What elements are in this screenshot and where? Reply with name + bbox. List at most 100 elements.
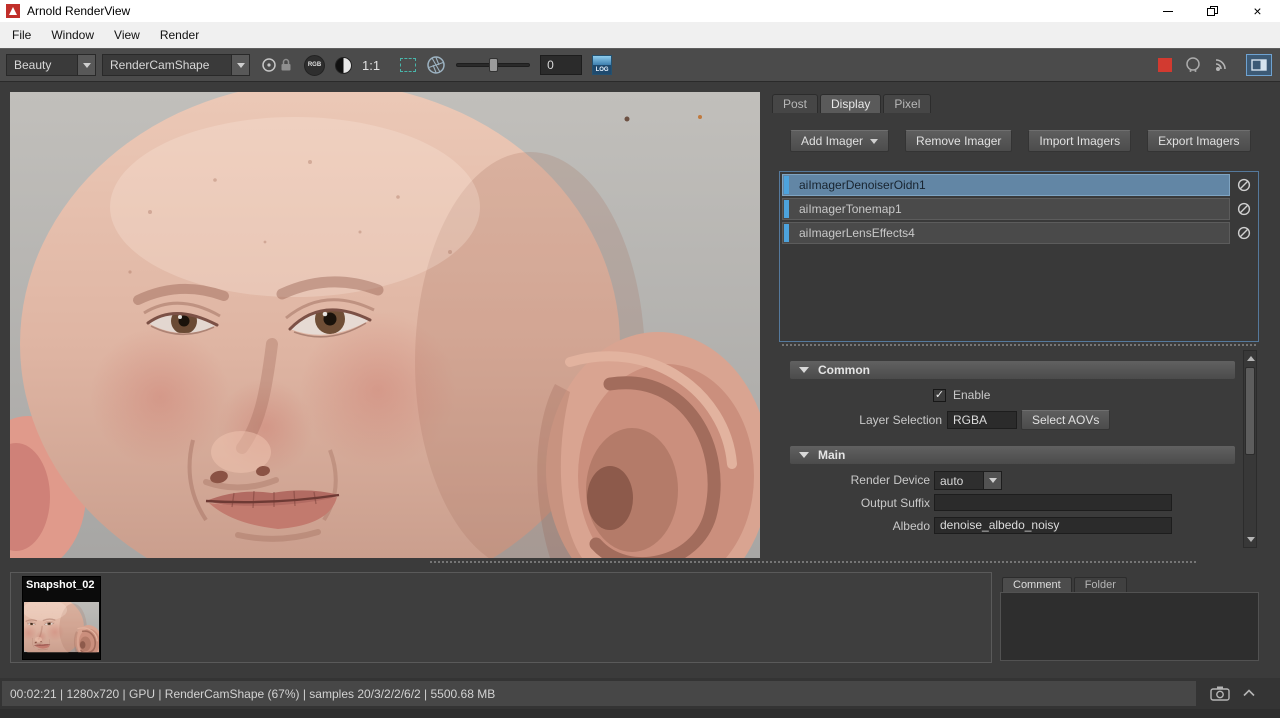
disable-circle-icon <box>1237 226 1251 240</box>
imager-row-main[interactable]: aiImagerTonemap1 <box>782 198 1230 220</box>
layer-selection-field[interactable]: RGBA <box>947 411 1017 429</box>
log-view-transform-icon[interactable]: LOG <box>592 55 612 75</box>
checkmark-icon: ✓ <box>935 390 944 401</box>
render-device-select[interactable]: auto <box>934 471 1002 490</box>
rgb-channels-button[interactable]: RGB <box>304 55 325 76</box>
import-imagers-button[interactable]: Import Imagers <box>1028 130 1131 152</box>
exposure-field[interactable]: 0 <box>540 55 582 75</box>
camera-select-value: RenderCamShape <box>103 55 231 75</box>
albedo-field[interactable]: denoise_albedo_noisy <box>934 517 1172 534</box>
target-display-icon[interactable] <box>260 56 278 74</box>
menu-window[interactable]: Window <box>41 22 104 48</box>
menu-file[interactable]: File <box>2 22 41 48</box>
chevron-down-icon <box>83 63 91 68</box>
toolbar: Beauty RenderCamShape RGB 1:1 0 LOG <box>0 48 1280 82</box>
tab-post[interactable]: Post <box>772 94 818 113</box>
scroll-down-icon[interactable] <box>1247 537 1255 542</box>
render-viewport[interactable] <box>10 92 760 558</box>
accent-bar <box>784 200 789 218</box>
broadcast-icon[interactable] <box>1214 56 1234 74</box>
imager-name: aiImagerLensEffects4 <box>799 226 915 240</box>
section-title: Main <box>818 448 845 462</box>
section-header-common[interactable]: Common <box>790 361 1235 379</box>
snapshot-thumbnail[interactable]: Snapshot_02 <box>22 576 101 660</box>
region-marquee-icon[interactable] <box>400 58 416 72</box>
enable-checkbox[interactable]: ✓ <box>933 389 946 402</box>
chevron-down-icon <box>237 63 245 68</box>
lock-icon[interactable] <box>278 57 294 73</box>
imager-disable-toggle[interactable] <box>1232 174 1256 196</box>
remove-imager-button[interactable]: Remove Imager <box>905 130 1012 152</box>
imager-actions: Add Imager Remove Imager Import Imagers … <box>790 130 1251 152</box>
aov-select-arrow[interactable] <box>77 55 95 75</box>
aperture-icon[interactable] <box>426 55 446 75</box>
chevron-down-icon <box>870 139 878 144</box>
render-device-label: Render Device <box>790 471 930 489</box>
panel-layout-icon <box>1251 59 1267 71</box>
imager-name: aiImagerTonemap1 <box>799 202 902 216</box>
aov-select[interactable]: Beauty <box>6 54 96 76</box>
collapse-arrow-icon <box>799 367 809 373</box>
menu-view[interactable]: View <box>104 22 150 48</box>
select-aovs-button[interactable]: Select AOVs <box>1021 410 1110 430</box>
disable-circle-icon <box>1237 178 1251 192</box>
tab-folder[interactable]: Folder <box>1074 577 1127 592</box>
snapshots-strip: Snapshot_02 <box>10 572 992 663</box>
log-label: LOG <box>593 65 611 74</box>
imager-disable-toggle[interactable] <box>1232 198 1256 220</box>
export-imagers-button[interactable]: Export Imagers <box>1147 130 1250 152</box>
section-header-main[interactable]: Main <box>790 446 1235 464</box>
render-stop-button[interactable] <box>1158 58 1172 72</box>
comment-textarea[interactable] <box>1000 592 1259 661</box>
statusbar-collapse-button[interactable] <box>1242 686 1256 700</box>
camera-icon <box>1210 686 1230 701</box>
menu-bar: File Window View Render <box>0 22 1280 48</box>
slider-thumb[interactable] <box>489 58 498 72</box>
title-bar: Arnold RenderView × <box>0 0 1280 22</box>
snapshot-circle-icon[interactable] <box>1184 56 1202 74</box>
list-splitter[interactable] <box>782 344 1256 346</box>
panel-tab-bar: Post Display Pixel <box>772 94 933 113</box>
close-icon: × <box>1253 4 1261 18</box>
arnold-logo-icon <box>6 4 20 18</box>
scroll-up-icon[interactable] <box>1247 356 1255 361</box>
render-device-arrow[interactable] <box>983 472 1001 489</box>
imager-row-main[interactable]: aiImagerDenoiserOidn1 <box>782 174 1230 196</box>
horizontal-splitter[interactable] <box>430 561 1196 563</box>
imager-disable-toggle[interactable] <box>1232 222 1256 244</box>
output-suffix-field[interactable] <box>934 494 1172 511</box>
scrollbar-thumb[interactable] <box>1245 367 1255 455</box>
imager-row[interactable]: aiImagerTonemap1 <box>782 198 1256 220</box>
output-suffix-label: Output Suffix <box>790 494 930 512</box>
chevron-up-icon <box>1243 689 1255 697</box>
menu-render[interactable]: Render <box>150 22 209 48</box>
render-device-value: auto <box>935 472 983 489</box>
snapshot-label: Snapshot_02 <box>23 577 100 591</box>
tab-display[interactable]: Display <box>820 94 881 113</box>
add-imager-button[interactable]: Add Imager <box>790 130 889 152</box>
accent-bar <box>784 176 789 194</box>
properties-scrollbar[interactable] <box>1243 350 1257 548</box>
disable-circle-icon <box>1237 202 1251 216</box>
albedo-label: Albedo <box>790 517 930 535</box>
camera-select[interactable]: RenderCamShape <box>102 54 250 76</box>
layer-selection-label: Layer Selection <box>790 411 942 429</box>
imager-row-main[interactable]: aiImagerLensEffects4 <box>782 222 1230 244</box>
imager-name: aiImagerDenoiserOidn1 <box>799 178 926 192</box>
snapshot-camera-button[interactable] <box>1209 684 1231 702</box>
imager-row[interactable]: aiImagerLensEffects4 <box>782 222 1256 244</box>
minimize-button[interactable] <box>1145 0 1190 22</box>
tab-pixel[interactable]: Pixel <box>883 94 931 113</box>
background-sphere-icon[interactable] <box>335 57 352 74</box>
close-button[interactable]: × <box>1235 0 1280 22</box>
panel-toggle-button[interactable] <box>1246 54 1272 76</box>
status-bar: 00:02:21 | 1280x720 | GPU | RenderCamSha… <box>0 678 1280 709</box>
imager-row[interactable]: aiImagerDenoiserOidn1 <box>782 174 1256 196</box>
exposure-slider[interactable] <box>456 57 530 73</box>
restore-button[interactable] <box>1190 0 1235 22</box>
aov-select-value: Beauty <box>7 55 77 75</box>
camera-select-arrow[interactable] <box>231 55 249 75</box>
tab-comment[interactable]: Comment <box>1002 577 1072 592</box>
zoom-ratio-button[interactable]: 1:1 <box>362 58 380 73</box>
minimize-icon <box>1163 11 1173 12</box>
